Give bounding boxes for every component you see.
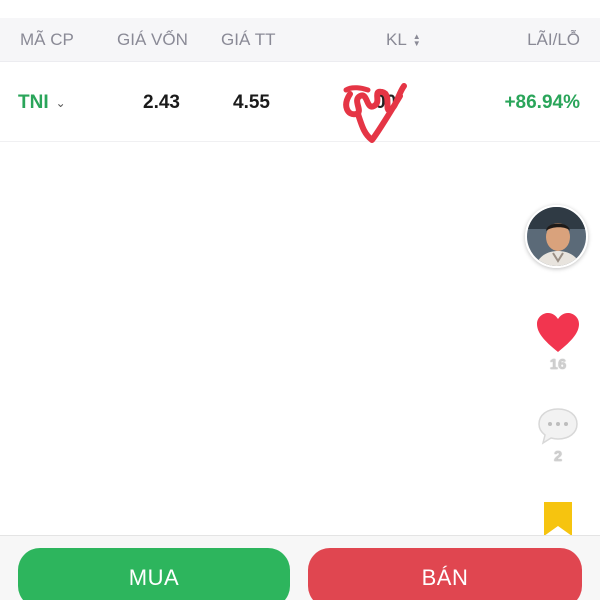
stock-code-selector[interactable]: TNI ⌄ — [18, 92, 66, 114]
header-cost-price: GIÁ VỐN — [117, 30, 188, 49]
comment-icon[interactable] — [536, 406, 580, 446]
header-stock-code: MÃ CP — [20, 30, 74, 49]
sort-icon[interactable]: ▲ ▼ — [413, 33, 421, 48]
header-market-price: GIÁ TT — [221, 30, 276, 49]
header-profit-loss: LÃI/LỖ — [527, 30, 580, 49]
avatar[interactable] — [525, 205, 588, 268]
bookmark-icon[interactable] — [541, 500, 575, 538]
comment-action[interactable]: 2 — [528, 406, 588, 465]
like-count: 16 — [549, 356, 567, 373]
comment-count: 2 — [553, 448, 563, 465]
header-quantity-label: KL — [386, 30, 407, 49]
table-header: MÃ CP GIÁ VỐN GIÁ TT KL ▲ ▼ LÃI/LỖ — [0, 18, 600, 62]
sell-button[interactable]: BÁN — [308, 548, 582, 600]
header-quantity[interactable]: KL ▲ ▼ — [386, 30, 421, 50]
buy-button[interactable]: MUA — [18, 548, 290, 600]
table-row[interactable]: TNI ⌄ 2.43 4.55 00 +86.94% — [0, 62, 600, 142]
cost-price: 2.43 — [143, 92, 180, 113]
profit-loss-percent: +86.94% — [504, 92, 580, 113]
heart-icon[interactable] — [535, 312, 581, 354]
chevron-down-icon[interactable]: ⌄ — [56, 96, 66, 110]
stock-code: TNI — [18, 92, 49, 113]
redaction-scribble — [343, 83, 407, 143]
like-action[interactable]: 16 — [528, 312, 588, 373]
market-price: 4.55 — [233, 92, 270, 113]
